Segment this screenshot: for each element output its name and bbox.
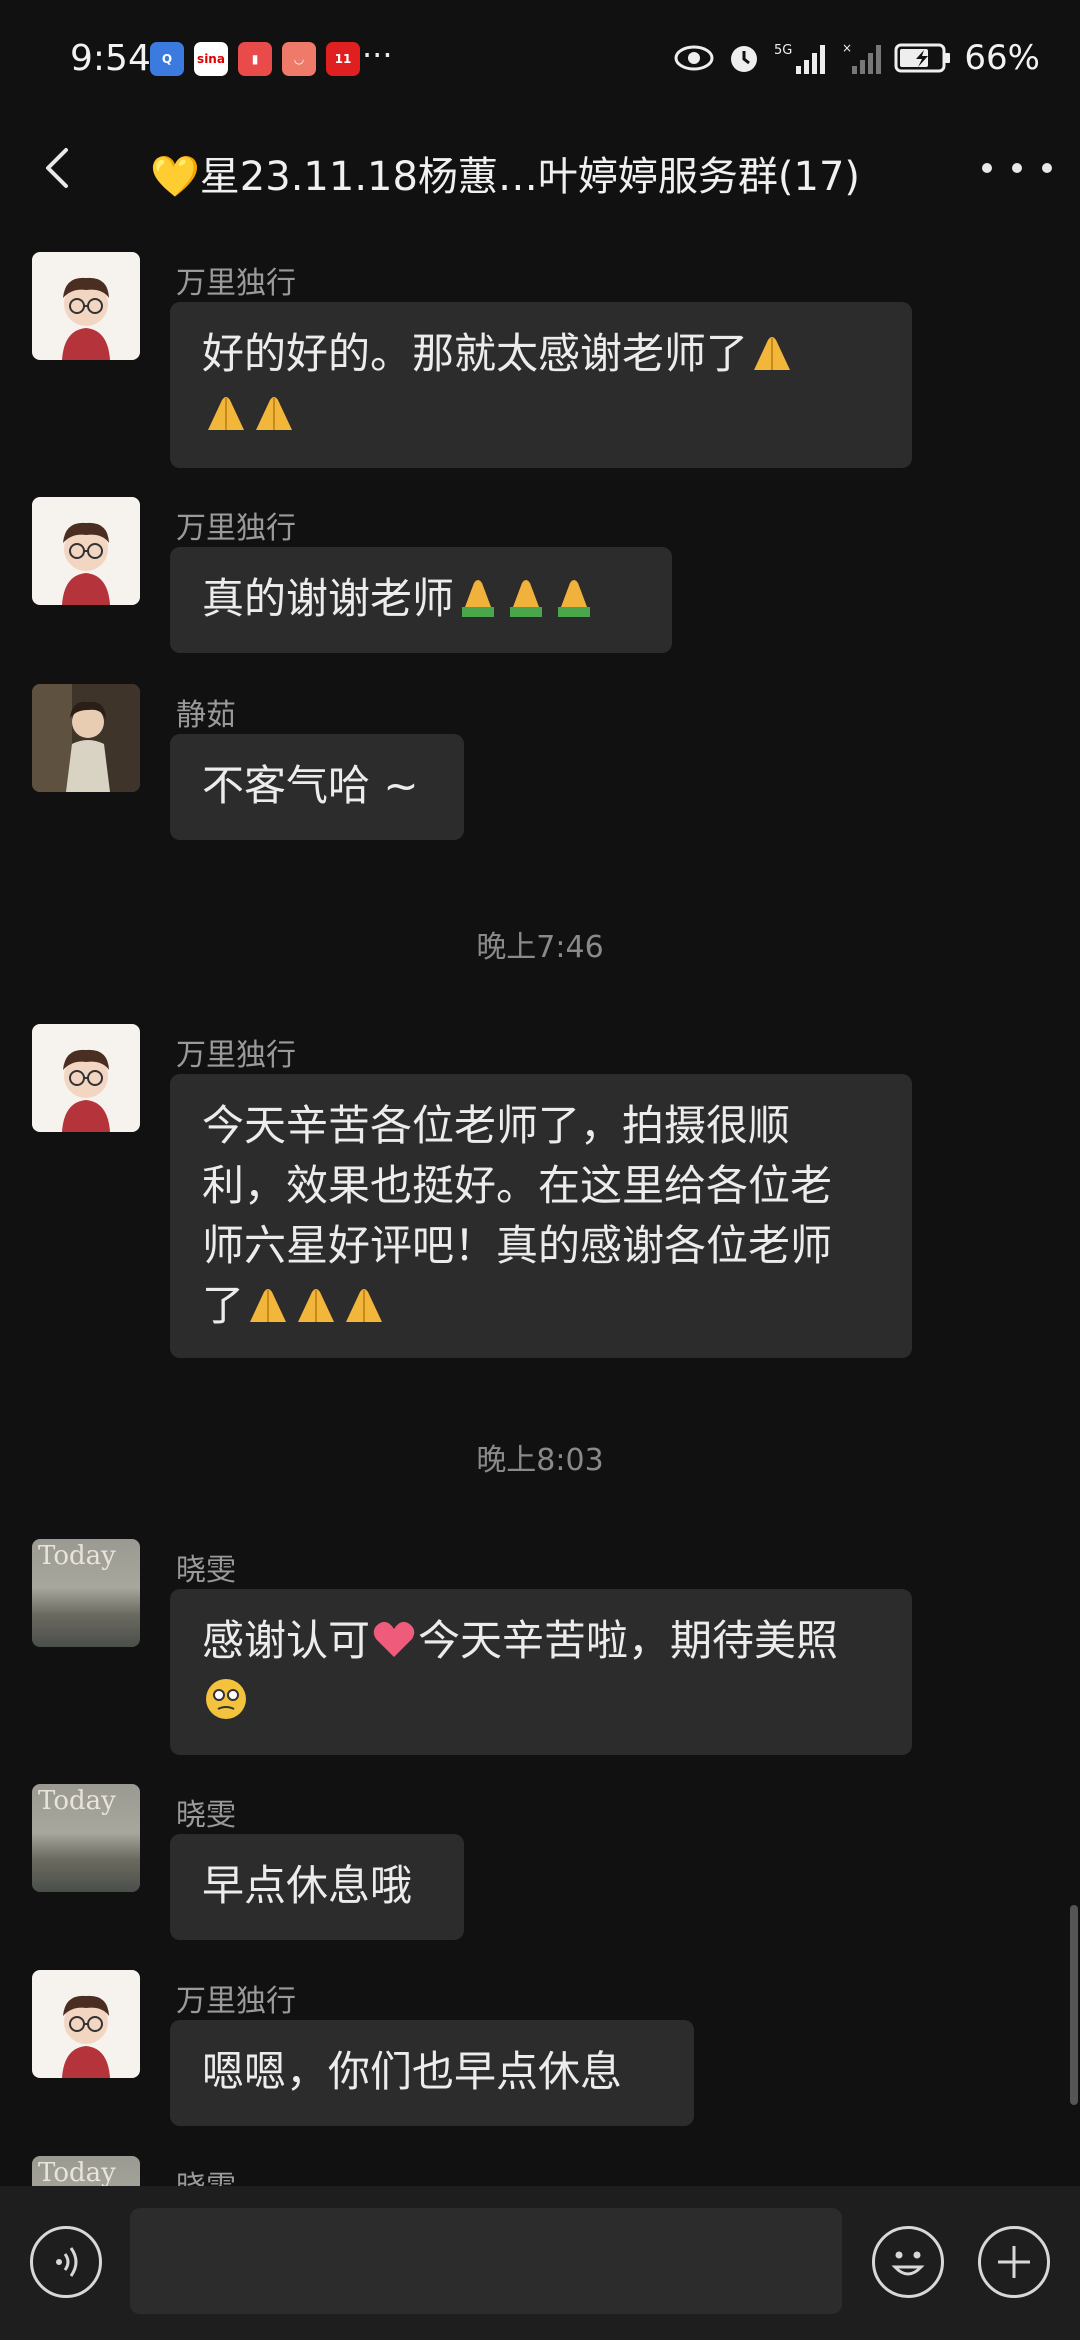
message-text: 感谢认可 (202, 1616, 371, 1665)
message-text: 早点休息哦 (202, 1861, 413, 1910)
message-text-line: 利，效果也挺好。在这里给各位老 (202, 1161, 833, 1210)
status-bar: 9:54 Q sina ▮ ◡ 11 ··· 5G × 66% (0, 0, 1080, 120)
shop-notification-icon: ◡ (282, 42, 316, 76)
smiley-icon (891, 2251, 925, 2276)
sender-name: 万里独行 (176, 266, 296, 301)
thinking-face-emoji-icon (206, 1679, 246, 1719)
avatar[interactable] (32, 497, 140, 605)
sender-name: 万里独行 (176, 1984, 296, 2019)
message-text: 不客气哈 ~ (202, 761, 419, 810)
message-text-line: 今天辛苦各位老师了，拍摄很顺 (202, 1101, 791, 1150)
scrollbar-thumb[interactable] (1070, 1905, 1078, 2105)
folded-hands-emoji-icon (208, 397, 244, 430)
sender-name: 万里独行 (176, 511, 296, 546)
status-more: ··· (362, 36, 393, 74)
message-bubble[interactable]: 真的谢谢老师 (170, 547, 672, 653)
folded-hands-emoji-icon (346, 1289, 383, 1322)
avatar[interactable] (32, 252, 140, 360)
folded-hands-emoji-icon (754, 337, 791, 370)
eye-icon (674, 45, 714, 71)
message-input[interactable] (130, 2208, 842, 2314)
sender-name: 晓雯 (176, 1553, 236, 1588)
sender-name: 静茹 (176, 698, 236, 733)
avatar[interactable]: Today (32, 1539, 140, 1647)
avatar[interactable] (32, 684, 140, 792)
sender-name: 晓雯 (176, 2162, 236, 2186)
folded-hands-emoji-icon (256, 397, 292, 430)
avatar-today-text: Today (38, 1541, 116, 1571)
svg-text:5G: 5G (774, 43, 792, 58)
message-bubble[interactable]: 早点休息哦 (170, 1834, 464, 1940)
battery-icon (894, 43, 951, 73)
message-text: 今天辛苦啦，期待美照 (418, 1616, 839, 1665)
avatar[interactable]: Today (32, 2156, 140, 2186)
signal-icon-secondary: × (842, 41, 882, 74)
chat-title: 💛星23.11.18杨蕙…叶婷婷服务群(17) (150, 154, 861, 200)
heart-emoji-icon (373, 1621, 415, 1657)
book-notification-icon: ▮ (238, 42, 272, 76)
weibo-notification-icon: sina (194, 42, 228, 76)
message-text: 真的谢谢老师 (202, 574, 455, 623)
more-options-button[interactable] (982, 148, 1052, 188)
avatar-today-text: Today (38, 1786, 116, 1816)
message-bubble[interactable]: 不客气哈 ~ (170, 734, 464, 840)
back-arrow-icon[interactable] (30, 138, 90, 198)
avatar[interactable] (32, 1970, 140, 2078)
message-bubble[interactable]: 今天辛苦各位老师了，拍摄很顺 利，效果也挺好。在这里给各位老 师六星好评吧！真的… (170, 1074, 912, 1358)
message-text-line: 了 (202, 1281, 245, 1330)
message-bubble[interactable]: 感谢认可 今天辛苦啦，期待美照 (170, 1589, 912, 1755)
plus-icon (998, 2246, 1030, 2278)
message-text: 好的好的。那就太感谢老师了 (202, 329, 749, 378)
message-bubble[interactable]: 嗯嗯，你们也早点休息 (170, 2020, 694, 2126)
signal-5g-icon: 5G (774, 43, 826, 74)
svg-text:×: × (842, 41, 852, 55)
status-time: 9:54 (70, 38, 151, 79)
avatar[interactable]: Today (32, 1784, 140, 1892)
battery-percent: 66% (964, 38, 1040, 78)
add-more-button[interactable] (978, 2226, 1050, 2298)
folded-hands-green-emoji-icon (510, 580, 543, 617)
alarm-icon (731, 46, 758, 72)
sender-name: 万里独行 (176, 1038, 296, 1073)
input-bar (0, 2186, 1080, 2340)
folded-hands-green-emoji-icon (558, 580, 591, 617)
time-divider: 晚上7:46 (476, 930, 604, 965)
sender-name: 晓雯 (176, 1798, 236, 1833)
sale-notification-icon: 11 (326, 42, 360, 76)
avatar-today-text: Today (38, 2158, 116, 2186)
message-bubble[interactable]: 好的好的。那就太感谢老师了 (170, 302, 912, 468)
voice-input-button[interactable] (30, 2226, 102, 2298)
message-text: 嗯嗯，你们也早点休息 (202, 2047, 623, 2096)
folded-hands-emoji-icon (250, 1289, 287, 1322)
avatar[interactable] (32, 1024, 140, 1132)
folded-hands-emoji-icon (298, 1289, 335, 1322)
app-notification-icon: Q (150, 42, 184, 76)
emoji-button[interactable] (872, 2226, 944, 2298)
folded-hands-green-emoji-icon (462, 580, 495, 617)
message-text-line: 师六星好评吧！真的感谢各位老师 (202, 1221, 833, 1270)
notification-icons: Q sina ▮ ◡ 11 (150, 42, 360, 76)
status-right: 5G × 66% (674, 38, 1040, 78)
chat-header: 💛星23.11.18杨蕙…叶婷婷服务群(17) (0, 120, 1080, 220)
time-divider: 晚上8:03 (476, 1443, 604, 1478)
voice-icon (56, 2247, 78, 2277)
message-item: Today 晓雯 (0, 2156, 1080, 2186)
